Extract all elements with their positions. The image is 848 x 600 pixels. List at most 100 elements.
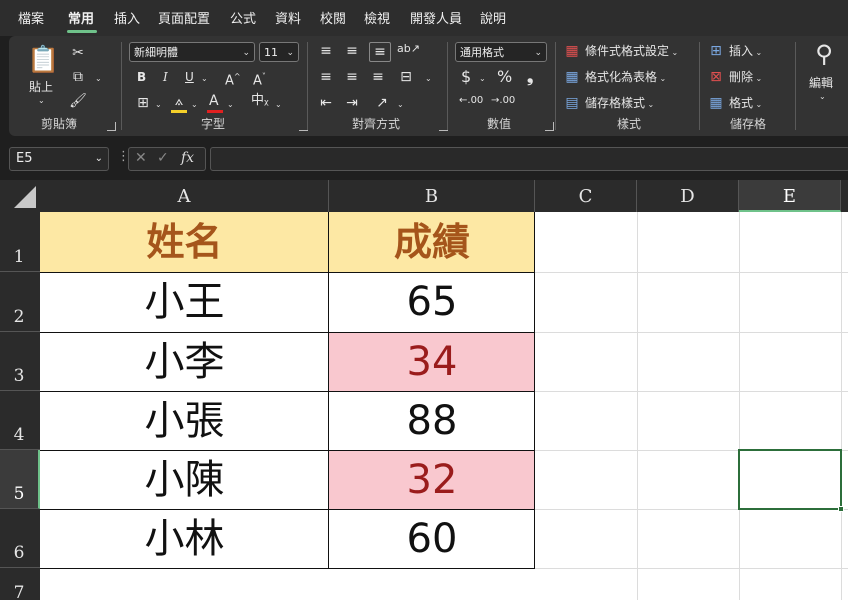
name-box[interactable]: E5 ⌄: [9, 147, 109, 171]
align-top-icon[interactable]: ≡: [317, 42, 335, 60]
format-as-table-button[interactable]: 格式化為表格 ⌄: [585, 68, 666, 88]
delete-cells-icon[interactable]: ⊠: [707, 68, 725, 86]
align-right-icon[interactable]: ≡: [369, 68, 387, 86]
cell-b5[interactable]: 32: [329, 450, 535, 509]
column-header-d[interactable]: D: [637, 180, 739, 212]
phonetic-icon[interactable]: 中ᵪ: [251, 92, 269, 110]
number-format-select[interactable]: 通用格式 ⌄: [455, 42, 547, 62]
format-painter-icon[interactable]: 🖌: [69, 92, 87, 110]
row-header-2[interactable]: 2: [0, 272, 40, 332]
menu-insert[interactable]: 插入: [114, 0, 140, 36]
insert-cells-button[interactable]: 插入 ⌄: [729, 42, 762, 62]
row-header-5[interactable]: 5: [0, 450, 40, 509]
format-cells-button[interactable]: 格式 ⌄: [729, 94, 762, 114]
cancel-icon[interactable]: ✕: [135, 150, 147, 166]
cell-b1[interactable]: 成績: [329, 212, 535, 272]
column-header-f[interactable]: [841, 180, 848, 212]
fill-dropdown-icon[interactable]: ⌄: [191, 96, 198, 114]
delete-cells-button[interactable]: 刪除 ⌄: [729, 68, 762, 88]
cell-b2[interactable]: 65: [329, 272, 535, 332]
currency-dropdown-icon[interactable]: ⌄: [479, 70, 486, 88]
format-as-table-icon[interactable]: ▦: [563, 68, 581, 86]
row-header-6[interactable]: 6: [0, 509, 40, 568]
font-name-select[interactable]: 新細明體 ⌄: [129, 42, 255, 62]
orientation-icon[interactable]: ab↗: [397, 40, 420, 58]
column-header-e[interactable]: E: [739, 180, 841, 212]
menu-help[interactable]: 說明: [480, 0, 506, 36]
align-left-icon[interactable]: ≡: [317, 68, 335, 86]
font-size-select[interactable]: 11 ⌄: [259, 42, 299, 62]
cell-a4[interactable]: 小張: [40, 391, 329, 450]
borders-icon[interactable]: ⊞: [135, 94, 151, 112]
paste-dropdown-icon[interactable]: ⌄: [38, 92, 45, 110]
decrease-indent-icon[interactable]: ⇤: [317, 94, 335, 112]
conditional-format-button[interactable]: 條件式格式設定 ⌄: [585, 42, 678, 62]
fill-handle[interactable]: [838, 506, 844, 512]
merge-dropdown-icon[interactable]: ⌄: [425, 70, 432, 88]
formula-input[interactable]: [210, 147, 848, 171]
menu-developer[interactable]: 開發人員: [410, 0, 462, 36]
underline-button[interactable]: U: [185, 68, 194, 86]
select-all-button[interactable]: [0, 180, 40, 212]
format-cells-icon[interactable]: ▦: [707, 94, 725, 112]
column-header-a[interactable]: A: [40, 180, 329, 212]
cell-b4[interactable]: 88: [329, 391, 535, 450]
direction-dropdown-icon[interactable]: ⌄: [397, 96, 404, 114]
align-middle-icon[interactable]: ≡: [343, 42, 361, 60]
font-color-icon[interactable]: A: [209, 92, 219, 110]
cell-styles-icon[interactable]: ▤: [563, 94, 581, 112]
increase-indent-icon[interactable]: ⇥: [343, 94, 361, 112]
clipboard-launcher-icon[interactable]: [107, 122, 116, 131]
cell-a6[interactable]: 小林: [40, 509, 329, 568]
column-header-c[interactable]: C: [535, 180, 637, 212]
cell-b3[interactable]: 34: [329, 332, 535, 391]
menu-view[interactable]: 檢視: [364, 0, 390, 36]
bold-button[interactable]: B: [137, 68, 146, 86]
decrease-decimal-button[interactable]: →.00: [491, 92, 515, 110]
row-header-7[interactable]: 7: [0, 568, 40, 600]
cell-a3[interactable]: 小李: [40, 332, 329, 391]
insert-function-button[interactable]: fx: [181, 150, 194, 166]
align-bottom-icon[interactable]: ≡: [369, 42, 391, 62]
menu-review[interactable]: 校閱: [320, 0, 346, 36]
percent-button[interactable]: %: [497, 68, 512, 86]
currency-button[interactable]: $: [461, 68, 471, 86]
column-header-b[interactable]: B: [329, 180, 535, 212]
italic-button[interactable]: I: [163, 68, 168, 86]
paste-icon[interactable]: 📋: [27, 44, 59, 76]
grow-font-button[interactable]: A^: [225, 68, 241, 90]
increase-decimal-button[interactable]: ←.00: [459, 92, 483, 110]
cell-b6[interactable]: 60: [329, 509, 535, 568]
menu-formulas[interactable]: 公式: [230, 0, 256, 36]
row-header-3[interactable]: 3: [0, 332, 40, 391]
phonetic-dropdown-icon[interactable]: ⌄: [275, 96, 282, 114]
row-header-4[interactable]: 4: [0, 391, 40, 450]
copy-dropdown-icon[interactable]: ⌄: [95, 70, 102, 88]
selected-cell-e5[interactable]: [738, 449, 842, 510]
cell-styles-button[interactable]: 儲存格樣式 ⌄: [585, 94, 654, 114]
cell-a5[interactable]: 小陳: [40, 450, 329, 509]
cut-icon[interactable]: ✂: [69, 44, 87, 62]
text-direction-icon[interactable]: ↗: [373, 94, 391, 112]
menu-data[interactable]: 資料: [275, 0, 301, 36]
menu-file[interactable]: 檔案: [18, 0, 44, 36]
comma-button[interactable]: ❟: [527, 68, 533, 86]
search-icon[interactable]: ⚲: [809, 40, 839, 68]
borders-dropdown-icon[interactable]: ⌄: [155, 96, 162, 114]
underline-dropdown-icon[interactable]: ⌄: [201, 70, 208, 88]
align-center-icon[interactable]: ≡: [343, 68, 361, 86]
merge-center-icon[interactable]: ⊟: [397, 68, 415, 86]
enter-icon[interactable]: ✓: [157, 150, 169, 166]
copy-icon[interactable]: ⧉: [69, 68, 87, 86]
number-launcher-icon[interactable]: [545, 122, 554, 131]
row-header-1[interactable]: 1: [0, 212, 40, 272]
conditional-format-icon[interactable]: ▦: [563, 42, 581, 60]
cell-a2[interactable]: 小王: [40, 272, 329, 332]
font-color-dropdown-icon[interactable]: ⌄: [227, 96, 234, 114]
menu-page-layout[interactable]: 頁面配置: [158, 0, 210, 36]
insert-cells-icon[interactable]: ⊞: [707, 42, 725, 60]
editing-dropdown-icon[interactable]: ⌄: [819, 88, 826, 106]
shrink-font-button[interactable]: A˅: [253, 68, 266, 90]
cell-a1[interactable]: 姓名: [40, 212, 329, 272]
fill-color-icon[interactable]: ⟑: [171, 92, 187, 110]
